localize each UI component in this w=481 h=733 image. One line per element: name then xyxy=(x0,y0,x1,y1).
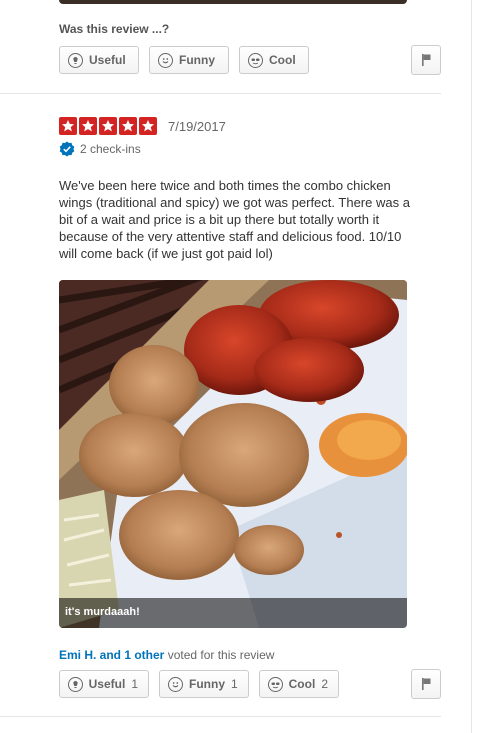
review-divider xyxy=(0,93,441,94)
smiley-icon xyxy=(158,52,173,68)
star-icon xyxy=(99,117,117,135)
star-icon xyxy=(79,117,97,135)
photo-caption: it's murdaaah! xyxy=(59,598,407,628)
cool-button[interactable]: Cool 2 xyxy=(259,670,339,698)
funny-count: 1 xyxy=(231,677,238,691)
previous-review-photo-edge[interactable] xyxy=(59,0,407,4)
flag-icon xyxy=(422,678,431,690)
star-rating xyxy=(59,117,157,135)
voters-line: Emi H. and 1 other voted for this review xyxy=(59,648,274,662)
star-icon xyxy=(139,117,157,135)
sunglasses-icon xyxy=(248,52,263,68)
flag-button[interactable] xyxy=(411,669,441,699)
useful-count: 1 xyxy=(131,677,138,691)
page-right-border xyxy=(471,0,472,733)
useful-button-label: Useful xyxy=(88,677,126,691)
review-photo[interactable]: it's murdaaah! xyxy=(59,280,407,628)
funny-button-label: Funny xyxy=(179,53,215,67)
lightbulb-icon xyxy=(68,52,83,68)
sunglasses-icon xyxy=(268,676,283,692)
funny-button[interactable]: Funny xyxy=(149,46,229,74)
review-date: 7/19/2017 xyxy=(168,119,226,134)
smiley-icon xyxy=(168,676,183,692)
funny-button-label: Funny xyxy=(189,677,225,691)
review-divider xyxy=(0,716,441,717)
checkins: 2 check-ins xyxy=(59,141,141,157)
vote-question: Was this review ...? xyxy=(59,22,170,36)
cool-count: 2 xyxy=(321,677,328,691)
checkin-badge-icon xyxy=(59,141,75,157)
funny-button[interactable]: Funny 1 xyxy=(159,670,249,698)
star-icon xyxy=(119,117,137,135)
star-icon xyxy=(59,117,77,135)
flag-button[interactable] xyxy=(411,45,441,75)
useful-button[interactable]: Useful xyxy=(59,46,139,74)
useful-button[interactable]: Useful 1 xyxy=(59,670,149,698)
voters-suffix: voted for this review xyxy=(164,648,275,662)
useful-button-label: Useful xyxy=(89,53,126,67)
cool-button[interactable]: Cool xyxy=(239,46,309,74)
flag-icon xyxy=(422,54,431,66)
chicken-wings-photo xyxy=(59,280,407,628)
cool-button-label: Cool xyxy=(288,677,316,691)
checkins-label: 2 check-ins xyxy=(80,142,141,156)
cool-button-label: Cool xyxy=(269,53,296,67)
review-text: We've been here twice and both times the… xyxy=(59,178,410,261)
voters-link[interactable]: Emi H. and 1 other xyxy=(59,648,164,662)
lightbulb-icon xyxy=(68,676,83,692)
